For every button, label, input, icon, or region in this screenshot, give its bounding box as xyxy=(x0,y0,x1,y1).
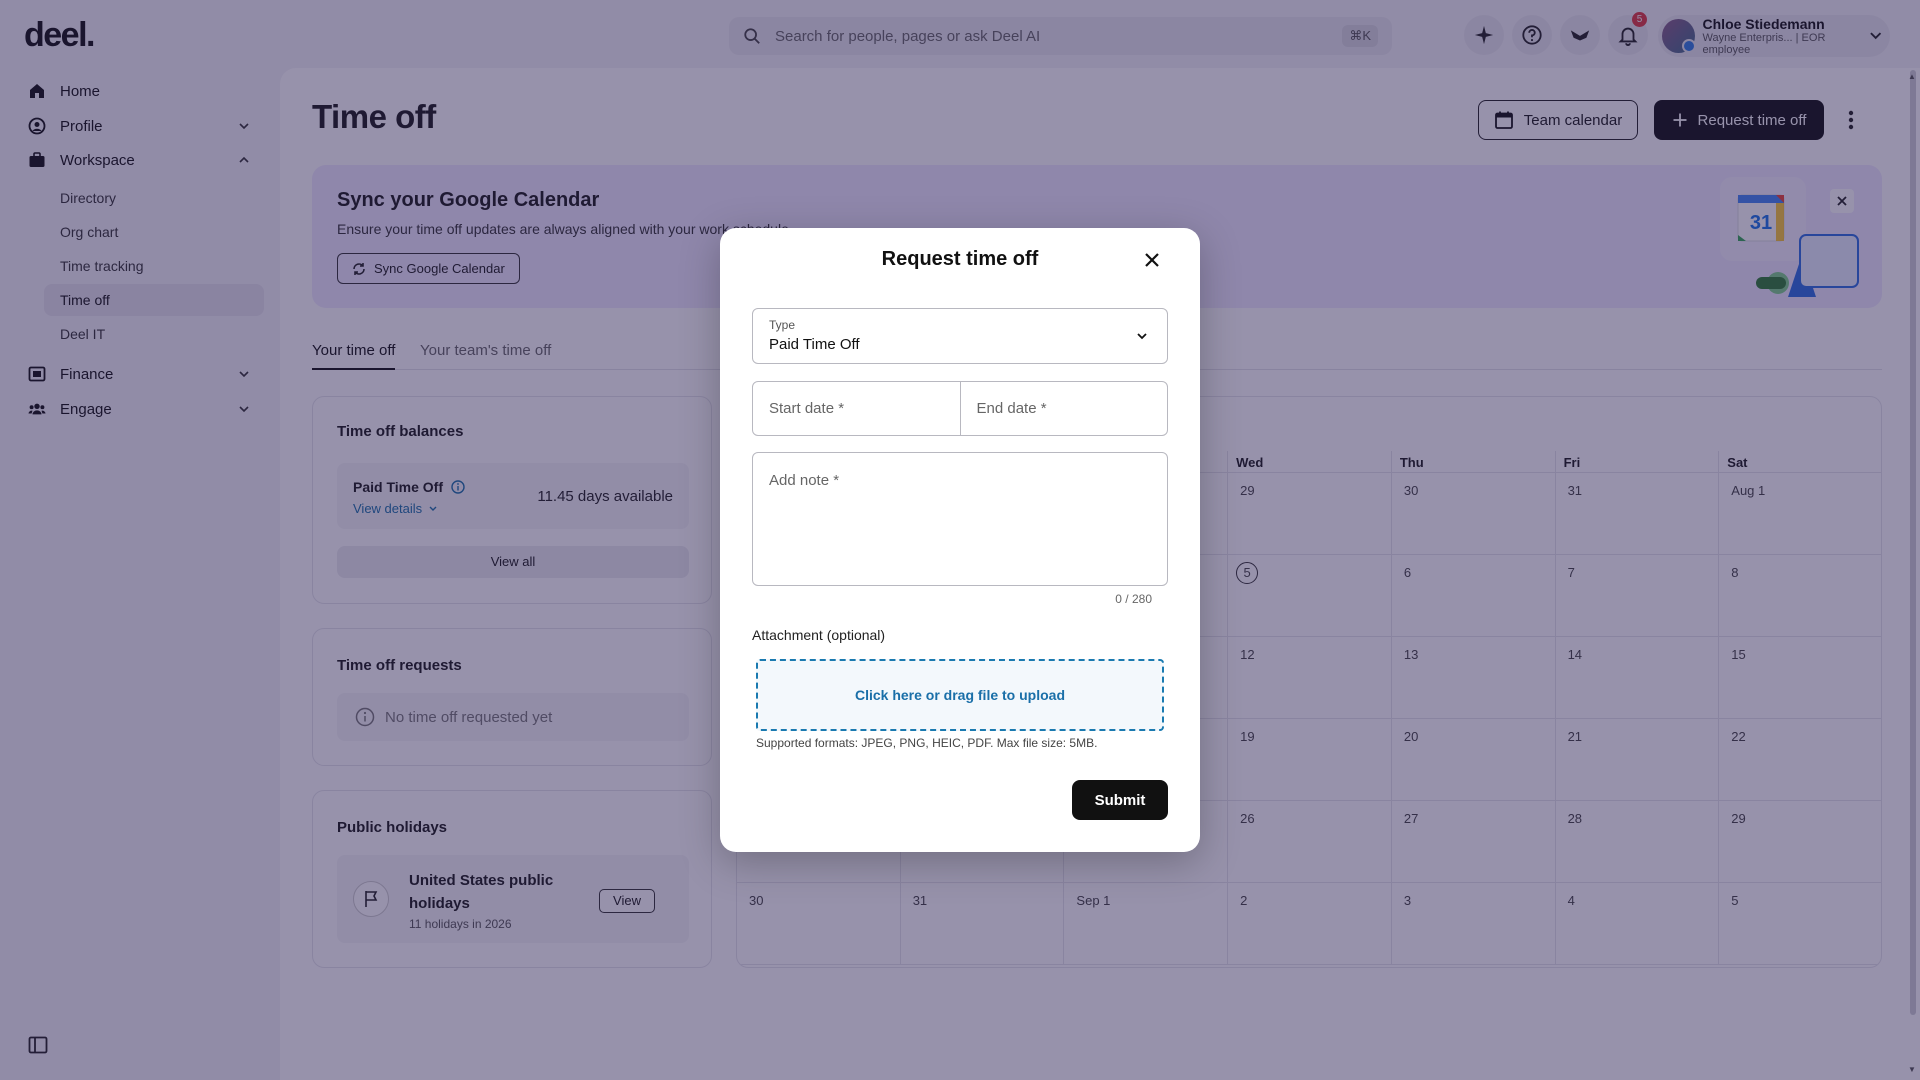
chevron-down-icon xyxy=(1137,333,1147,340)
file-upload-dropzone[interactable]: Click here or drag file to upload xyxy=(756,659,1164,731)
character-counter: 0 / 280 xyxy=(1115,592,1152,606)
modal-title: Request time off xyxy=(881,248,1039,270)
submit-button[interactable]: Submit xyxy=(1072,780,1168,820)
date-range: Start date * End date * xyxy=(752,381,1168,436)
supported-formats-text: Supported formats: JPEG, PNG, HEIC, PDF.… xyxy=(756,736,1098,750)
note-placeholder: Add note * xyxy=(769,472,840,489)
request-time-off-modal: Request time off Type Paid Time Off Star… xyxy=(720,228,1200,852)
note-textarea[interactable]: Add note * xyxy=(752,452,1168,586)
start-date-field[interactable]: Start date * xyxy=(753,382,960,435)
type-value: Paid Time Off xyxy=(769,336,860,353)
end-date-field[interactable]: End date * xyxy=(959,382,1168,435)
close-modal-button[interactable] xyxy=(1140,248,1164,272)
attachment-label: Attachment (optional) xyxy=(752,627,886,643)
type-select[interactable]: Type Paid Time Off xyxy=(752,308,1168,364)
close-icon xyxy=(1145,253,1159,267)
type-label: Type xyxy=(769,318,796,332)
